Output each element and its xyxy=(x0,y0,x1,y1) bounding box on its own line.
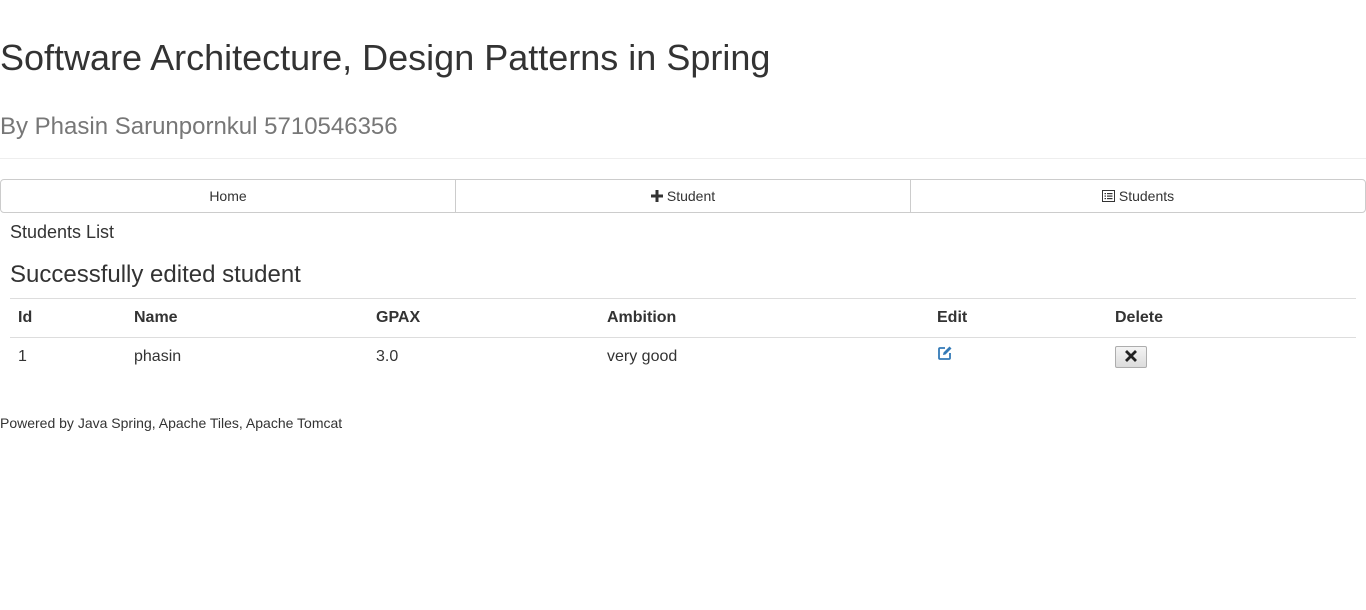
nav-button-group: Home Student Students xyxy=(0,179,1366,213)
cell-id: 1 xyxy=(18,348,27,365)
column-header-ambition: Ambition xyxy=(599,298,929,338)
home-button[interactable]: Home xyxy=(0,179,456,213)
cell-name: phasin xyxy=(134,348,182,365)
cell-gpax: 3.0 xyxy=(376,348,399,365)
table-row: 1 phasin 3.0 very good xyxy=(10,338,1356,377)
list-alt-icon xyxy=(1101,190,1115,202)
column-header-name: Name xyxy=(126,298,368,338)
add-student-button-label: Student xyxy=(666,188,716,204)
column-header-delete: Delete xyxy=(1107,298,1356,338)
column-header-gpax: GPAX xyxy=(368,298,599,338)
home-button-label: Home xyxy=(209,188,247,204)
students-table: Id Name GPAX Ambition Edit Delete 1 phas… xyxy=(10,298,1356,376)
students-list-button[interactable]: Students xyxy=(910,179,1366,213)
column-header-edit: Edit xyxy=(929,298,1107,338)
add-student-button[interactable]: Student xyxy=(455,179,911,213)
status-message: Successfully edited student xyxy=(10,261,301,288)
footer-text: Powered by Java Spring, Apache Tiles, Ap… xyxy=(0,415,343,431)
column-header-id: Id xyxy=(10,298,126,338)
cell-delete xyxy=(1107,338,1356,377)
table-header-row: Id Name GPAX Ambition Edit Delete xyxy=(10,298,1356,338)
edit-icon xyxy=(937,345,953,366)
remove-icon xyxy=(1125,349,1137,365)
edit-student-link[interactable] xyxy=(937,345,953,366)
delete-student-button[interactable] xyxy=(1115,346,1147,368)
section-label: Students List xyxy=(10,222,115,242)
students-list-button-label: Students xyxy=(1118,188,1175,204)
page-title: Software Architecture, Design Patterns i… xyxy=(0,37,771,78)
cell-ambition: very good xyxy=(607,348,678,365)
page-header: Software Architecture, Design Patterns i… xyxy=(0,0,1366,159)
cell-edit xyxy=(929,338,1107,377)
plus-icon xyxy=(650,190,663,202)
page-subtitle: By Phasin Sarunpornkul 5710546356 xyxy=(0,113,398,140)
